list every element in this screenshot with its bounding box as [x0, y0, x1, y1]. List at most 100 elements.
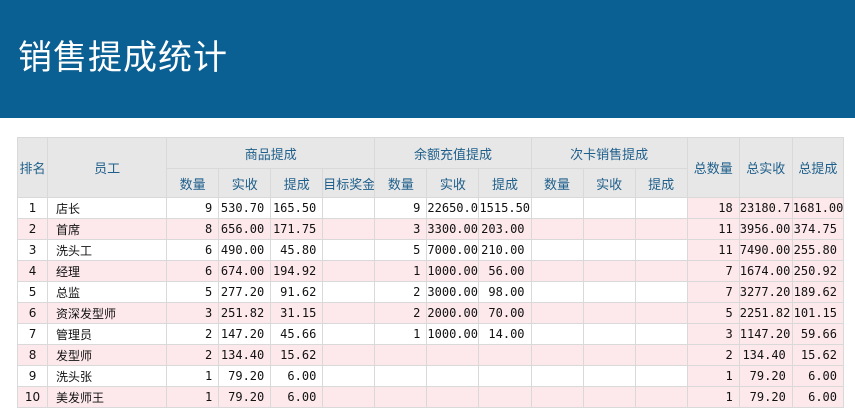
- table-cell: 203.00: [478, 218, 532, 240]
- table-cell: 56.00: [478, 260, 532, 282]
- table-row[interactable]: 6 资深发型师 3 251.82 31.15 2 2000.00 70.00 5 2251.82 1…: [17, 302, 844, 324]
- table-body: 1 店长 9 530.70 165.50 9 22650.0 1515.50 18 23180.7…: [17, 197, 844, 408]
- table-cell: 45.80: [270, 239, 324, 261]
- table-cell: [634, 323, 688, 345]
- table-cell: 1: [686, 386, 740, 408]
- table-cell: [634, 197, 688, 219]
- table-cell: 6.00: [270, 365, 324, 387]
- table-cell: 1: [166, 365, 220, 387]
- table-cell: 9: [374, 197, 428, 219]
- commission-table-container[interactable]: 排名 员工 商品提成 余额充值提成 次卡销售提成 总数量 总实收 总提成 数量 …: [17, 137, 844, 416]
- table-cell: [322, 344, 376, 366]
- table-cell: 277.20: [218, 281, 272, 303]
- table-cell: [322, 365, 376, 387]
- table-cell: [530, 365, 584, 387]
- table-cell: 59.66: [791, 323, 844, 345]
- table-cell: 70.00: [478, 302, 532, 324]
- table-cell: 经理: [47, 260, 168, 282]
- header-card-received: 实收: [582, 168, 636, 198]
- table-cell: 管理员: [47, 323, 168, 345]
- header-recharge-commission-amt: 提成: [478, 168, 532, 198]
- table-cell: [374, 365, 428, 387]
- table-cell: 45.66: [270, 323, 324, 345]
- table-cell: [322, 302, 376, 324]
- table-cell: [634, 302, 688, 324]
- table-cell: 1674.00: [738, 260, 793, 282]
- table-cell: 91.62: [270, 281, 324, 303]
- table-cell: [322, 260, 376, 282]
- table-cell: 美发师王: [47, 386, 168, 408]
- table-row[interactable]: 1 店长 9 530.70 165.50 9 22650.0 1515.50 18 23180.7…: [17, 197, 844, 219]
- table-cell: 6: [166, 239, 220, 261]
- table-cell: [530, 197, 584, 219]
- table-cell: 490.00: [218, 239, 272, 261]
- table-row[interactable]: 8 发型师 2 134.40 15.62 2 134.40 15.62: [17, 344, 844, 366]
- table-row[interactable]: 4 经理 6 674.00 194.92 1 1000.00 56.00 7 1674.00 250…: [17, 260, 844, 282]
- table-row[interactable]: 2 首席 8 656.00 171.75 3 3300.00 203.00 11 3956.00 3…: [17, 218, 844, 240]
- table-cell: 2251.82: [738, 302, 793, 324]
- table-cell: [478, 344, 532, 366]
- table-cell: [530, 323, 584, 345]
- table-cell: 店长: [47, 197, 168, 219]
- table-cell: 6.00: [791, 365, 844, 387]
- table-cell: [582, 281, 636, 303]
- table-cell: 6: [17, 302, 49, 324]
- table-row[interactable]: 7 管理员 2 147.20 45.66 1 1000.00 14.00 3 1147.20 59.…: [17, 323, 844, 345]
- table-cell: 98.00: [478, 281, 532, 303]
- table-row[interactable]: 10 美发师王 1 79.20 6.00 1 79.20 6.00: [17, 386, 844, 408]
- table-cell: 2: [374, 302, 428, 324]
- table-cell: 6.00: [270, 386, 324, 408]
- table-cell: 374.75: [791, 218, 844, 240]
- table-cell: [582, 239, 636, 261]
- table-row[interactable]: 5 总监 5 277.20 91.62 2 3000.00 98.00 7 3277.20 189.…: [17, 281, 844, 303]
- table-row[interactable]: 9 洗头张 1 79.20 6.00 1 79.20 6.00: [17, 365, 844, 387]
- table-cell: [530, 260, 584, 282]
- table-cell: 3: [686, 323, 740, 345]
- header-recharge-received: 实收: [426, 168, 480, 198]
- header-card-commission-amt: 提成: [634, 168, 688, 198]
- table-cell: [530, 386, 584, 408]
- table-cell: [426, 386, 480, 408]
- table-cell: 1681.00: [791, 197, 844, 219]
- table-cell: 3: [374, 218, 428, 240]
- table-cell: 1: [374, 260, 428, 282]
- table-cell: [530, 239, 584, 261]
- table-cell: [426, 365, 480, 387]
- table-cell: 11: [686, 239, 740, 261]
- page-header: 销售提成统计: [0, 0, 855, 118]
- header-goods-commission-amt: 提成: [270, 168, 324, 198]
- table-cell: 2: [374, 281, 428, 303]
- table-cell: [634, 218, 688, 240]
- header-employee: 员工: [47, 137, 168, 198]
- table-cell: 1: [686, 365, 740, 387]
- table-cell: 22650.0: [426, 197, 480, 219]
- table-cell: 5: [374, 239, 428, 261]
- table-cell: 31.15: [270, 302, 324, 324]
- table-cell: 首席: [47, 218, 168, 240]
- table-cell: 3: [166, 302, 220, 324]
- table-cell: 9: [166, 197, 220, 219]
- table-row[interactable]: 3 洗头工 6 490.00 45.80 5 7000.00 210.00 11 7490.00 2…: [17, 239, 844, 261]
- table-cell: [322, 239, 376, 261]
- header-total-received: 总实收: [738, 137, 793, 198]
- table-cell: 7000.00: [426, 239, 480, 261]
- table-cell: [634, 260, 688, 282]
- header-goods-commission: 商品提成: [166, 137, 376, 169]
- table-cell: 7: [686, 281, 740, 303]
- table-cell: 发型师: [47, 344, 168, 366]
- header-card-qty: 数量: [530, 168, 584, 198]
- header-rank: 排名: [17, 137, 49, 198]
- table-cell: 3000.00: [426, 281, 480, 303]
- table-cell: 10: [17, 386, 49, 408]
- table-cell: 79.20: [738, 365, 793, 387]
- page-title: 销售提成统计: [18, 38, 228, 78]
- table-cell: 4: [17, 260, 49, 282]
- table-cell: [634, 344, 688, 366]
- table-cell: 1: [374, 323, 428, 345]
- table-cell: [530, 218, 584, 240]
- header-total-commission: 总提成: [791, 137, 844, 198]
- table-cell: [582, 260, 636, 282]
- table-cell: [478, 386, 532, 408]
- table-cell: 3956.00: [738, 218, 793, 240]
- table-cell: 1: [17, 197, 49, 219]
